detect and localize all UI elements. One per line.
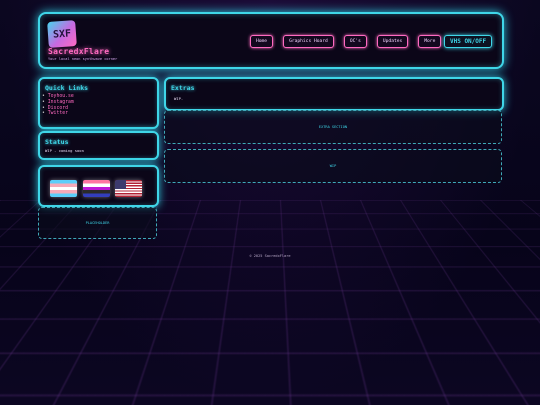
site-logo[interactable]: SXF [47, 20, 77, 48]
usa-flag-icon [115, 180, 142, 197]
wip-label: WIP [329, 164, 337, 168]
nav-more-button[interactable]: More [418, 35, 442, 48]
site-tagline: Your local neon synthwave corner [48, 57, 118, 61]
usa-flag-canton [115, 180, 126, 189]
status-panel: Status WIP - coming soon [38, 131, 159, 160]
nav-home-button[interactable]: Home [250, 35, 274, 48]
site-title: SacredxFlare [48, 47, 110, 56]
main-nav: Home Graphics Hoard OC's Updates More [250, 35, 442, 48]
nav-updates-button[interactable]: Updates [376, 35, 409, 48]
extra-section-label: EXTRA SECTION [318, 125, 348, 129]
site-header: SXF SacredxFlare Your local neon synthwa… [38, 12, 504, 69]
nav-graphics-hoard-button[interactable]: Graphics Hoard [283, 35, 334, 48]
status-title: Status [45, 138, 69, 146]
placeholder-label: PLACEHOLDER [85, 221, 110, 225]
extra-section-box: EXTRA SECTION [164, 110, 502, 144]
extras-title: Extras [171, 84, 195, 92]
quick-links-title: Quick Links [45, 84, 89, 92]
wip-box: WIP [164, 149, 502, 183]
vhs-toggle-button[interactable]: VHS ON/OFF [444, 35, 493, 48]
quick-link-toyhouse[interactable]: Toyhou.se [42, 94, 74, 100]
quick-links-list: Toyhou.se Instagram Discord Twitter [42, 94, 74, 117]
footer-copyright: © 2025 SacredxFlare [249, 254, 291, 258]
extras-panel: Extras WIP. [164, 77, 504, 111]
logo-text: SXF [52, 27, 72, 41]
nav-ocs-button[interactable]: OC's [343, 35, 367, 48]
flags-panel [38, 165, 159, 207]
status-text: WIP - coming soon [45, 148, 84, 153]
extras-text: WIP. [174, 96, 184, 101]
placeholder-box: PLACEHOLDER [38, 207, 157, 239]
genderfluid-flag-icon [83, 180, 110, 197]
quick-link-twitter[interactable]: Twitter [42, 111, 74, 117]
quick-links-panel: Quick Links Toyhou.se Instagram Discord … [38, 77, 159, 129]
trans-flag-icon [50, 180, 77, 197]
quick-link-instagram[interactable]: Instagram [42, 100, 74, 106]
